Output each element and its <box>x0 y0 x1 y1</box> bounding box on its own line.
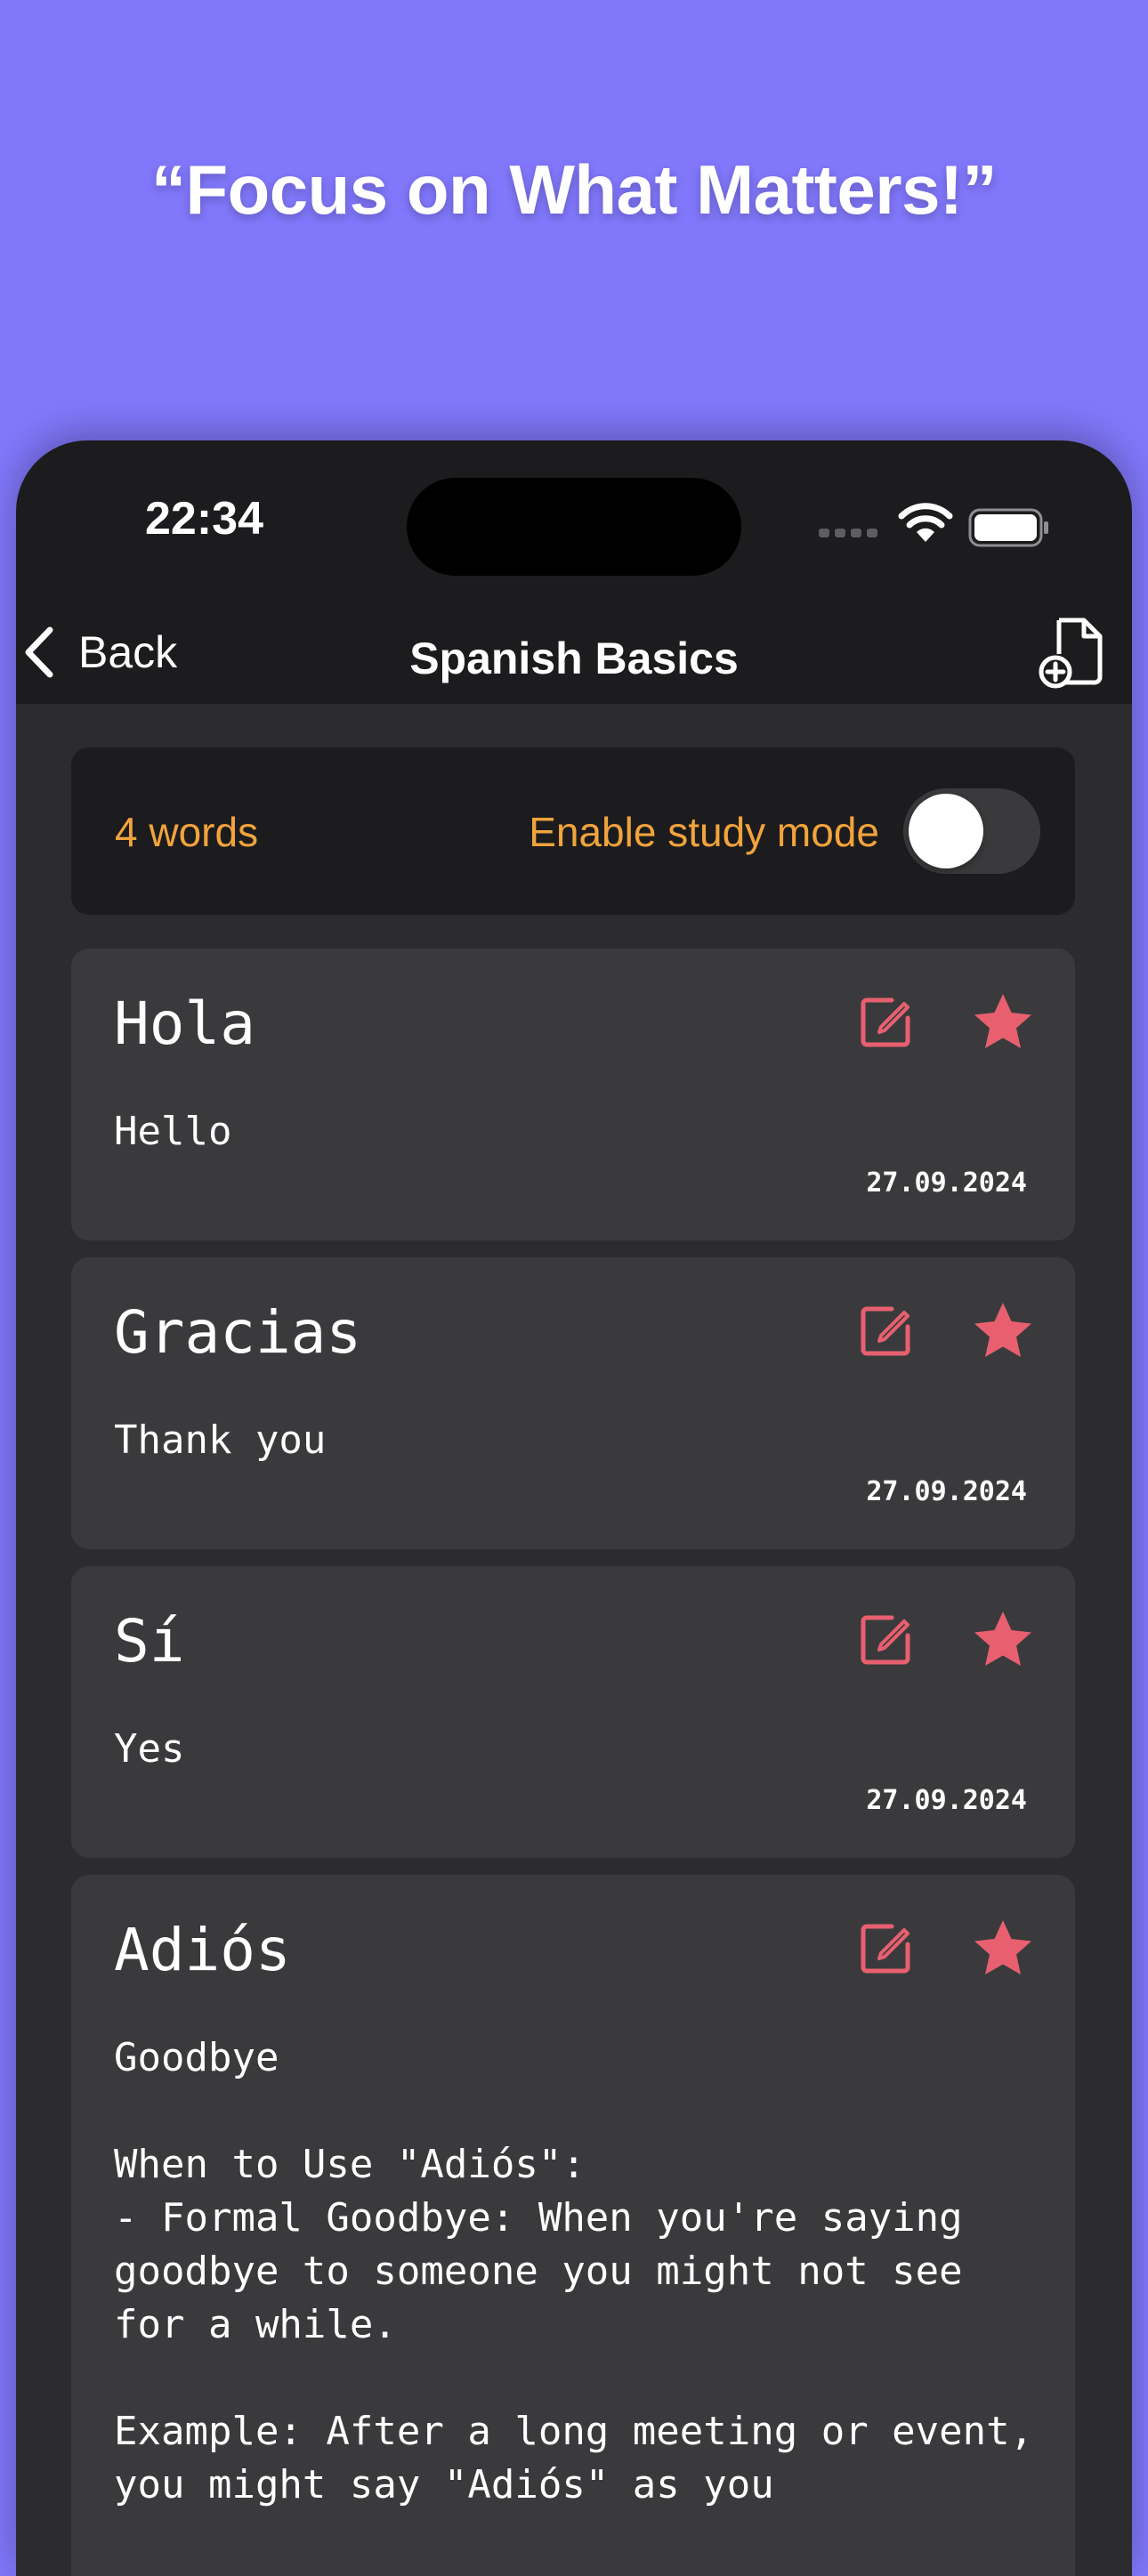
navigation-bar: Back Spanish Basics <box>16 601 1132 706</box>
favorite-star-button[interactable] <box>972 991 1034 1058</box>
phone-screen: 22:34 Back Spanish Basics 4 words Enable… <box>16 440 1132 2576</box>
status-time: 22:34 <box>145 493 263 545</box>
card-word: Hola <box>114 989 255 1058</box>
edit-button[interactable] <box>858 1304 913 1363</box>
card-translation: Goodbye When to Use "Adiós": - Formal Go… <box>114 2035 1034 2507</box>
document-add-icon <box>1039 618 1103 689</box>
word-count: 4 words <box>115 809 259 855</box>
word-list-content[interactable]: 4 words Enable study mode Hola Hello 27.… <box>16 706 1132 2576</box>
card-date: 27.09.2024 <box>866 1785 1027 1816</box>
edit-icon <box>861 1924 910 1974</box>
favorite-star-button[interactable] <box>972 1918 1034 1984</box>
card-date: 27.09.2024 <box>866 1167 1027 1199</box>
star-icon <box>974 1920 1031 1974</box>
headline: “Focus on What Matters!” <box>150 150 998 229</box>
edit-icon <box>861 1306 910 1356</box>
card-word: Gracias <box>114 1298 362 1367</box>
star-icon <box>974 1611 1031 1666</box>
edit-button[interactable] <box>858 1921 913 1981</box>
toggle-knob <box>909 794 983 868</box>
page-title: Spanish Basics <box>409 634 739 683</box>
word-card-gracias[interactable]: Gracias Thank you 27.09.2024 <box>71 1257 1075 1549</box>
wifi-icon <box>897 503 954 548</box>
card-translation: Thank you <box>114 1417 327 1463</box>
add-file-button[interactable] <box>1036 610 1107 694</box>
card-translation: Hello <box>114 1109 232 1154</box>
study-mode-toggle[interactable] <box>903 788 1040 874</box>
battery-icon <box>968 508 1050 552</box>
favorite-star-button[interactable] <box>972 1609 1034 1676</box>
card-word: Adiós <box>114 1916 291 1984</box>
dynamic-island <box>407 478 741 576</box>
cellular-signal-icon <box>819 526 883 542</box>
word-card-adios[interactable]: Adiós Goodbye When to Use "Adiós": - For… <box>71 1875 1075 2576</box>
card-word: Sí <box>114 1607 185 1676</box>
word-card-si[interactable]: Sí Yes 27.09.2024 <box>71 1566 1075 1858</box>
edit-button[interactable] <box>858 995 913 1054</box>
edit-icon <box>861 997 910 1047</box>
card-translation: Yes <box>114 1726 185 1772</box>
study-mode-label: Enable study mode <box>529 809 879 855</box>
word-card-hola[interactable]: Hola Hello 27.09.2024 <box>71 949 1075 1240</box>
summary-bar: 4 words Enable study mode <box>71 747 1075 915</box>
star-icon <box>974 1303 1031 1357</box>
star-icon <box>974 994 1031 1048</box>
edit-button[interactable] <box>858 1612 913 1672</box>
card-date: 27.09.2024 <box>866 1476 1027 1507</box>
favorite-star-button[interactable] <box>972 1300 1034 1367</box>
edit-icon <box>861 1615 910 1665</box>
